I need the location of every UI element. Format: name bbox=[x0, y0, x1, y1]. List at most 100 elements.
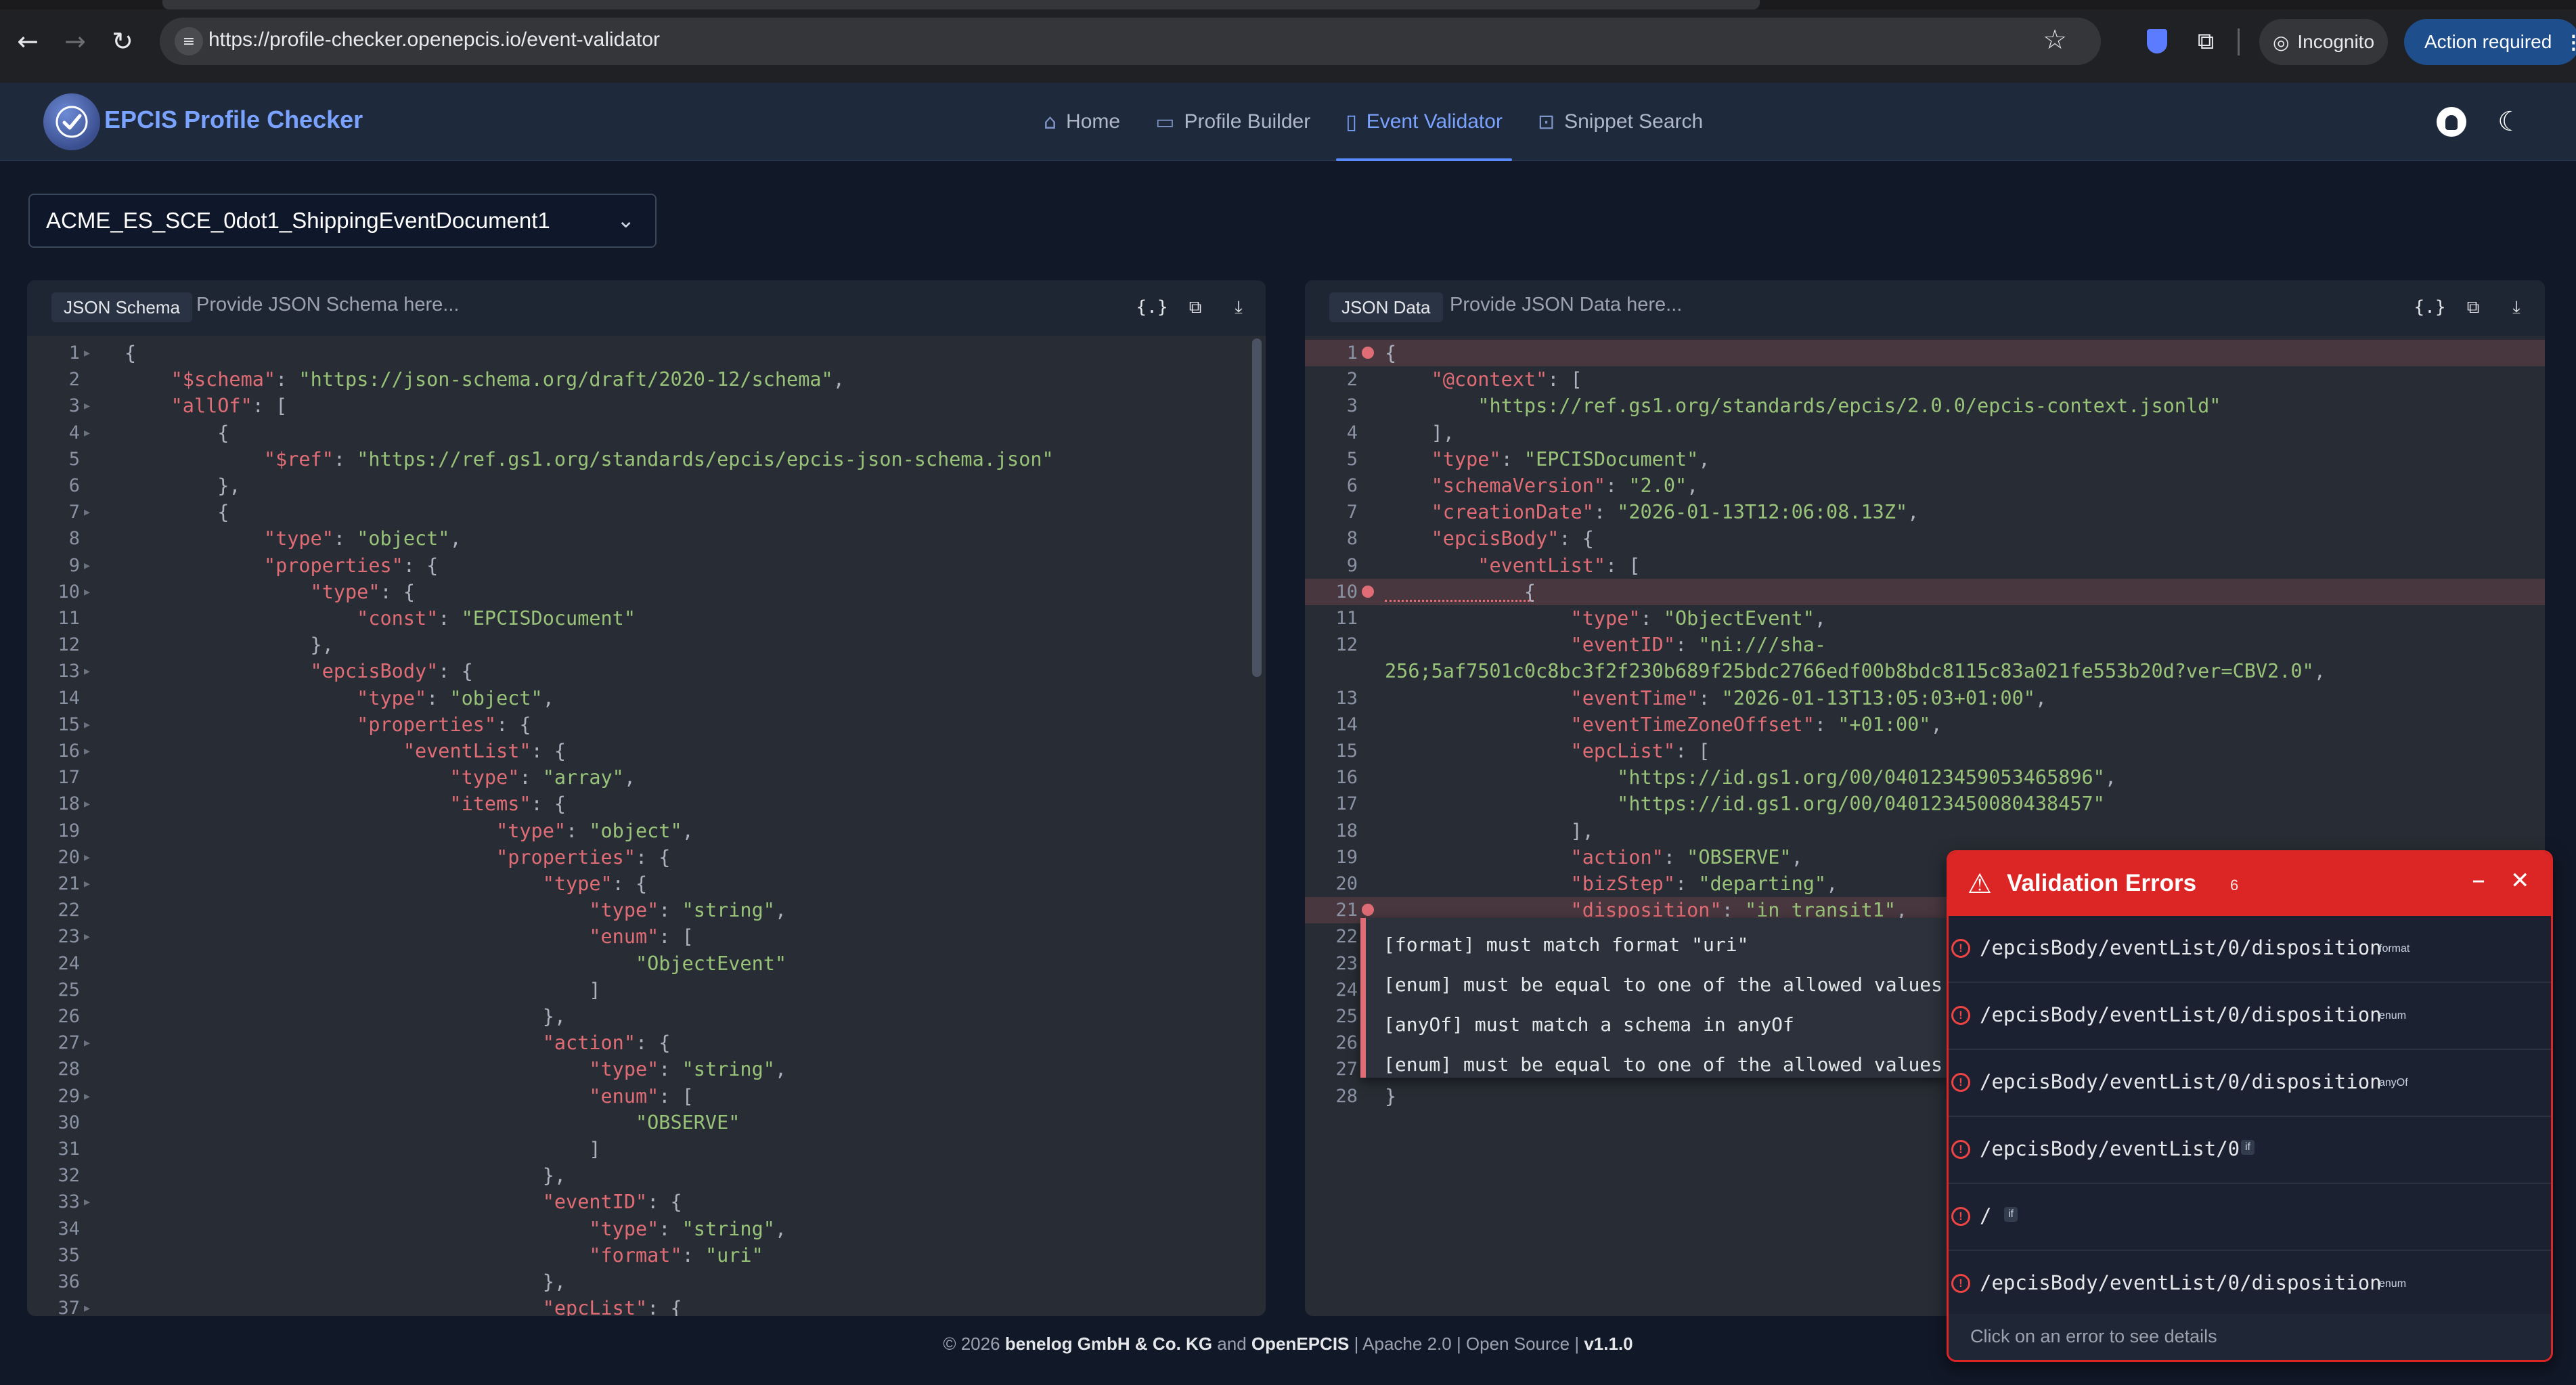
nav-snippet-search[interactable]: ⊡ Snippet Search bbox=[1523, 83, 1718, 161]
code-line[interactable]: 9 "eventList": [ bbox=[1305, 552, 2545, 579]
code-line[interactable]: 30 "OBSERVE" bbox=[27, 1109, 1266, 1136]
fold-chevron-icon[interactable]: ▸ bbox=[84, 658, 90, 684]
code-line[interactable]: 16 ▸ "eventList": { bbox=[27, 738, 1266, 764]
code-line[interactable]: 18 ▸ "items": { bbox=[27, 791, 1266, 817]
fold-chevron-icon[interactable]: ▸ bbox=[84, 552, 90, 579]
code-line[interactable]: 16 "https://id.gs1.org/00/04012345905346… bbox=[1305, 764, 2545, 791]
code-line[interactable]: 4 ▸ { bbox=[27, 420, 1266, 446]
format-json-icon[interactable]: {.} bbox=[2414, 294, 2446, 321]
lint-error-marker-icon[interactable] bbox=[1362, 904, 1374, 917]
active-tab[interactable] bbox=[162, 0, 1760, 9]
close-icon[interactable]: ✕ bbox=[2510, 867, 2530, 894]
code-line[interactable]: 18 ], bbox=[1305, 818, 2545, 844]
nav-home[interactable]: ⌂ Home bbox=[1029, 83, 1135, 161]
fold-chevron-icon[interactable]: ▸ bbox=[84, 393, 90, 419]
fold-chevron-icon[interactable]: ▸ bbox=[84, 420, 90, 446]
code-line[interactable]: 14 "eventTimeZoneOffset": "+01:00", bbox=[1305, 711, 2545, 738]
copy-icon[interactable]: ⧉ bbox=[2460, 294, 2487, 321]
code-line[interactable]: 32 }, bbox=[27, 1162, 1266, 1189]
checkmark-logo-icon[interactable] bbox=[43, 93, 100, 150]
error-item[interactable]: ! /epcisBody/eventList/0/disposition enu… bbox=[1949, 1251, 2551, 1318]
code-line[interactable]: 9 ▸ "properties": { bbox=[27, 552, 1266, 579]
code-line[interactable]: 13 "eventTime": "2026-01-13T13:05:03+01:… bbox=[1305, 685, 2545, 711]
code-line[interactable]: 2 "$schema": "https://json-schema.org/dr… bbox=[27, 366, 1266, 393]
fold-chevron-icon[interactable]: ▸ bbox=[84, 844, 90, 871]
code-line[interactable]: 2 "@context": [ bbox=[1305, 366, 2545, 393]
document-select[interactable]: ACME_ES_SCE_0dot1_ShippingEventDocument1… bbox=[28, 194, 657, 248]
code-line[interactable]: 7 ▸ { bbox=[27, 499, 1266, 525]
reload-icon[interactable]: ↻ bbox=[103, 22, 142, 61]
code-line[interactable]: 36 }, bbox=[27, 1269, 1266, 1295]
action-required-button[interactable]: Action required ⋮ bbox=[2404, 19, 2576, 65]
code-line[interactable]: 35 "format": "uri" bbox=[27, 1242, 1266, 1269]
footer-org[interactable]: OpenEPCIS bbox=[1251, 1334, 1349, 1354]
code-line[interactable]: 12 }, bbox=[27, 632, 1266, 658]
fold-chevron-icon[interactable]: ▸ bbox=[84, 1189, 90, 1215]
lint-error-marker-icon[interactable] bbox=[1362, 585, 1374, 598]
code-line[interactable]: 17 "type": "array", bbox=[27, 764, 1266, 791]
bookmark-star-icon[interactable]: ☆ bbox=[2043, 24, 2067, 56]
error-item[interactable]: ! / if bbox=[1949, 1184, 2551, 1251]
fold-chevron-icon[interactable]: ▸ bbox=[84, 340, 90, 366]
minimize-icon[interactable]: – bbox=[2472, 864, 2485, 896]
fold-chevron-icon[interactable]: ▸ bbox=[84, 791, 90, 817]
code-line[interactable]: 6 }, bbox=[27, 472, 1266, 499]
format-json-icon[interactable]: {.} bbox=[1136, 294, 1168, 321]
forward-arrow-icon[interactable]: → bbox=[55, 22, 95, 61]
code-line[interactable]: 27 ▸ "action": { bbox=[27, 1030, 1266, 1056]
code-line[interactable]: 8 "epcisBody": { bbox=[1305, 525, 2545, 552]
fold-chevron-icon[interactable]: ▸ bbox=[84, 1030, 90, 1056]
code-line[interactable]: 28 "type": "string", bbox=[27, 1056, 1266, 1082]
code-line[interactable]: 13 ▸ "epcisBody": { bbox=[27, 658, 1266, 684]
download-icon[interactable]: ⤓ bbox=[1225, 294, 1252, 321]
back-arrow-icon[interactable]: ← bbox=[8, 22, 47, 61]
error-item[interactable]: ! /epcisBody/eventList/0/disposition any… bbox=[1949, 1050, 2551, 1117]
code-line[interactable]: 7 "creationDate": "2026-01-13T12:06:08.1… bbox=[1305, 499, 2545, 525]
nav-event-validator[interactable]: ▯ Event Validator bbox=[1331, 83, 1517, 161]
code-line[interactable]: 12 "eventID": "ni:///sha- bbox=[1305, 632, 2545, 658]
code-line[interactable]: 19 "type": "object", bbox=[27, 818, 1266, 844]
code-line[interactable]: 4 ], bbox=[1305, 420, 2545, 446]
extensions-puzzle-icon[interactable]: ⧉ bbox=[2188, 23, 2224, 60]
code-line[interactable]: 22 "type": "string", bbox=[27, 897, 1266, 923]
lint-error-marker-icon[interactable] bbox=[1362, 347, 1374, 359]
more-vert-icon[interactable]: ⋮ bbox=[2564, 31, 2576, 53]
code-line[interactable]: 10 { bbox=[1305, 578, 2545, 605]
code-line[interactable]: 21 ▸ "type": { bbox=[27, 871, 1266, 897]
fold-chevron-icon[interactable]: ▸ bbox=[84, 1295, 90, 1316]
code-line[interactable]: 25 ] bbox=[27, 977, 1266, 1003]
fold-chevron-icon[interactable]: ▸ bbox=[84, 1083, 90, 1109]
download-icon[interactable]: ⤓ bbox=[2503, 294, 2530, 321]
code-line[interactable]: 33 ▸ "eventID": { bbox=[27, 1189, 1266, 1215]
schema-code-editor[interactable]: 1 ▸{2 "$schema": "https://json-schema.org… bbox=[27, 336, 1266, 1316]
incognito-badge[interactable]: ◎ Incognito bbox=[2259, 19, 2388, 65]
code-line[interactable]: 5 "type": "EPCISDocument", bbox=[1305, 446, 2545, 472]
fold-chevron-icon[interactable]: ▸ bbox=[84, 738, 90, 764]
fold-chevron-icon[interactable]: ▸ bbox=[84, 499, 90, 525]
site-settings-icon[interactable]: ≡ bbox=[175, 27, 203, 56]
code-line[interactable]: 256;5af7501c0c8bc3f2f230b689f25bdc2766ed… bbox=[1305, 658, 2545, 684]
code-line[interactable]: 11 "const": "EPCISDocument" bbox=[27, 605, 1266, 632]
dark-mode-moon-icon[interactable]: ☾ bbox=[2491, 103, 2529, 141]
code-line[interactable]: 6 "schemaVersion": "2.0", bbox=[1305, 472, 2545, 499]
fold-chevron-icon[interactable]: ▸ bbox=[84, 711, 90, 738]
code-line[interactable]: 5 "$ref": "https://ref.gs1.org/standards… bbox=[27, 446, 1266, 472]
code-line[interactable]: 34 "type": "string", bbox=[27, 1216, 1266, 1242]
nav-profile-builder[interactable]: ▭ Profile Builder bbox=[1140, 83, 1325, 161]
github-icon[interactable] bbox=[2433, 103, 2470, 141]
code-line[interactable]: 26 }, bbox=[27, 1003, 1266, 1030]
code-line[interactable]: 15 "epcList": [ bbox=[1305, 738, 2545, 764]
url-text[interactable]: https://profile-checker.openepcis.io/eve… bbox=[208, 28, 660, 51]
copy-icon[interactable]: ⧉ bbox=[1182, 294, 1209, 321]
code-line[interactable]: 37 ▸ "epcList": { bbox=[27, 1295, 1266, 1316]
code-line[interactable]: 10 ▸ "type": { bbox=[27, 579, 1266, 605]
code-line[interactable]: 3 ▸ "allOf": [ bbox=[27, 393, 1266, 419]
error-item[interactable]: ! /epcisBody/eventList/0/disposition for… bbox=[1949, 916, 2551, 983]
code-line[interactable]: 15 ▸ "properties": { bbox=[27, 711, 1266, 738]
code-line[interactable]: 20 ▸ "properties": { bbox=[27, 844, 1266, 871]
code-line[interactable]: 23 ▸ "enum": [ bbox=[27, 923, 1266, 950]
code-line[interactable]: 8 "type": "object", bbox=[27, 525, 1266, 552]
code-line[interactable]: 1 ▸ { bbox=[27, 340, 1266, 366]
code-line[interactable]: 11 "type": "ObjectEvent", bbox=[1305, 605, 2545, 632]
fold-chevron-icon[interactable]: ▸ bbox=[84, 579, 90, 605]
